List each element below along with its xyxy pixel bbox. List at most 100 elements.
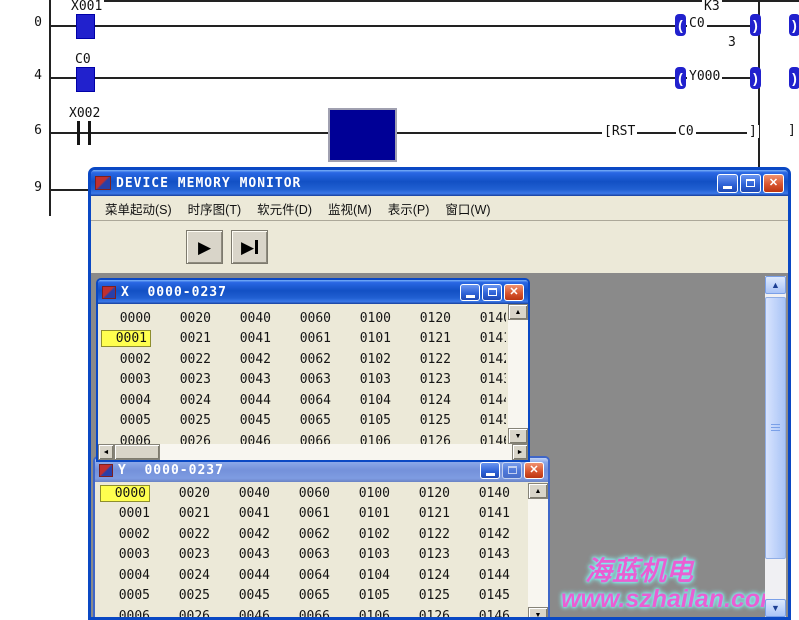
memory-cell[interactable]: 0140 (455, 483, 515, 504)
memory-cell[interactable]: 0101 (336, 329, 396, 350)
menu-item[interactable]: 监视(M) (320, 199, 380, 218)
memory-cell[interactable]: 0143 (456, 370, 506, 391)
scroll-left-button[interactable]: ◄ (98, 444, 114, 460)
monitor-title-bar[interactable]: DEVICE MEMORY MONITOR ✕ (91, 170, 788, 196)
memory-cell[interactable]: 0100 (336, 308, 396, 329)
memory-cell[interactable]: 0125 (395, 586, 455, 607)
menu-item[interactable]: 时序图(T) (180, 199, 249, 218)
memory-cell[interactable]: 0101 (335, 504, 395, 525)
memory-cell[interactable]: 0104 (336, 390, 396, 411)
memory-cell[interactable]: 0146 (455, 606, 515, 617)
scroll-track[interactable] (528, 499, 548, 607)
memory-cell[interactable]: 0062 (275, 524, 335, 545)
memory-cell[interactable]: 0064 (275, 565, 335, 586)
memory-cell[interactable]: 0142 (456, 349, 506, 370)
memory-cell[interactable]: 0023 (155, 545, 215, 566)
scroll-down-button[interactable]: ▼ (765, 599, 786, 617)
monitor-start-button[interactable]: ▶ (186, 230, 223, 264)
memory-cell[interactable]: 0141 (455, 504, 515, 525)
x-vertical-scrollbar[interactable]: ▲ ▼ (508, 304, 528, 444)
memory-cell[interactable]: 0001 (98, 329, 156, 350)
contact-c0[interactable] (76, 67, 95, 92)
memory-cell[interactable]: 0144 (455, 565, 515, 586)
scroll-right-button[interactable]: ► (512, 444, 528, 460)
memory-cell[interactable]: 0145 (456, 411, 506, 432)
memory-cell[interactable]: 0045 (215, 586, 275, 607)
x-minimize-button[interactable] (460, 284, 480, 301)
memory-cell[interactable]: 0023 (156, 370, 216, 391)
memory-cell[interactable]: 0043 (215, 545, 275, 566)
memory-cell[interactable]: 0125 (396, 411, 456, 432)
memory-cell[interactable]: 0044 (216, 390, 276, 411)
memory-cell[interactable]: 0024 (156, 390, 216, 411)
memory-cell[interactable]: 0145 (455, 586, 515, 607)
y-close-button[interactable]: ✕ (524, 462, 544, 479)
memory-cell[interactable]: 0063 (276, 370, 336, 391)
memory-cell[interactable]: 0104 (335, 565, 395, 586)
memory-cell[interactable]: 0003 (98, 370, 156, 391)
memory-cell[interactable]: 0106 (336, 431, 396, 444)
scroll-thumb[interactable] (765, 297, 786, 559)
memory-cell[interactable]: 0044 (215, 565, 275, 586)
scroll-thumb[interactable] (114, 444, 160, 460)
close-button[interactable]: ✕ (763, 174, 784, 193)
memory-cell[interactable]: 0046 (215, 606, 275, 617)
memory-cell[interactable]: 0025 (156, 411, 216, 432)
memory-cell[interactable]: 0102 (336, 349, 396, 370)
memory-cell[interactable]: 0144 (456, 390, 506, 411)
memory-cell[interactable]: 0126 (396, 431, 456, 444)
memory-cell[interactable]: 0120 (396, 308, 456, 329)
memory-cell[interactable]: 0021 (155, 504, 215, 525)
scroll-up-button[interactable]: ▲ (765, 276, 786, 294)
memory-cell[interactable]: 0124 (396, 390, 456, 411)
memory-cell[interactable]: 0024 (155, 565, 215, 586)
memory-cell[interactable]: 0121 (395, 504, 455, 525)
memory-cell[interactable]: 0041 (215, 504, 275, 525)
ladder-cursor[interactable] (328, 108, 397, 162)
memory-cell[interactable]: 0064 (276, 390, 336, 411)
coil-y000-open-paren[interactable]: ( (675, 67, 686, 89)
memory-cell[interactable]: 0100 (335, 483, 395, 504)
memory-cell[interactable]: 0001 (95, 504, 155, 525)
maximize-button[interactable] (740, 174, 761, 193)
memory-cell[interactable]: 0060 (276, 308, 336, 329)
memory-cell[interactable]: 0062 (276, 349, 336, 370)
memory-cell[interactable]: 0060 (275, 483, 335, 504)
scroll-up-button[interactable]: ▲ (528, 483, 548, 499)
memory-cell[interactable]: 0046 (216, 431, 276, 444)
memory-cell[interactable]: 0123 (395, 545, 455, 566)
menu-item[interactable]: 窗口(W) (437, 199, 498, 218)
memory-cell[interactable]: 0140 (456, 308, 506, 329)
x-window-title-bar[interactable]: X 0000-0237 ✕ (98, 280, 528, 304)
memory-cell[interactable]: 0005 (98, 411, 156, 432)
rst-instruction-open[interactable]: [RST (602, 125, 637, 138)
scroll-down-button[interactable]: ▼ (508, 428, 528, 444)
memory-cell[interactable]: 0124 (395, 565, 455, 586)
memory-cell[interactable]: 0106 (335, 606, 395, 617)
memory-cell[interactable]: 0002 (95, 524, 155, 545)
memory-cell[interactable]: 0042 (215, 524, 275, 545)
memory-cell[interactable]: 0004 (95, 565, 155, 586)
memory-cell[interactable]: 0141 (456, 329, 506, 350)
contact-x001[interactable] (76, 14, 95, 39)
menu-item[interactable]: 软元件(D) (249, 199, 320, 218)
y-minimize-button[interactable] (480, 462, 500, 479)
memory-cell[interactable]: 0065 (276, 411, 336, 432)
memory-cell[interactable]: 0066 (275, 606, 335, 617)
memory-cell[interactable]: 0020 (156, 308, 216, 329)
memory-cell[interactable]: 0021 (156, 329, 216, 350)
memory-cell[interactable]: 0102 (335, 524, 395, 545)
menu-item[interactable]: 菜单起动(S) (97, 199, 180, 218)
minimize-button[interactable] (717, 174, 738, 193)
memory-cell[interactable]: 0002 (98, 349, 156, 370)
memory-cell[interactable]: 0103 (336, 370, 396, 391)
memory-cell[interactable]: 0022 (156, 349, 216, 370)
memory-cell[interactable]: 0120 (395, 483, 455, 504)
memory-cell[interactable]: 0000 (95, 483, 155, 504)
memory-cell[interactable]: 0105 (335, 586, 395, 607)
memory-cell[interactable]: 0041 (216, 329, 276, 350)
memory-cell[interactable]: 0122 (396, 349, 456, 370)
memory-cell[interactable]: 0020 (155, 483, 215, 504)
memory-cell[interactable]: 0025 (155, 586, 215, 607)
memory-cell[interactable]: 0066 (276, 431, 336, 444)
